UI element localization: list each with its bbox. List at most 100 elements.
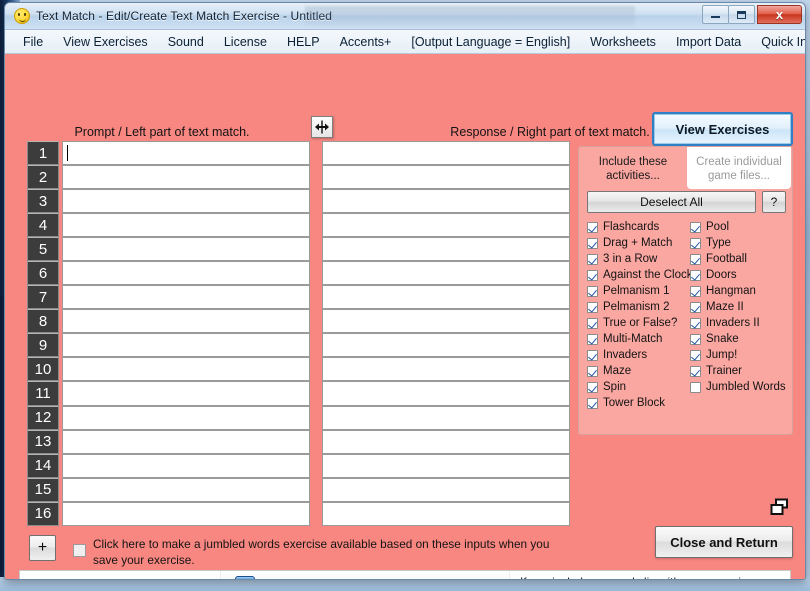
response-cell-input[interactable] <box>322 357 570 382</box>
tab-include-activities[interactable]: Include these activities... <box>581 147 685 189</box>
activity-checkbox[interactable] <box>690 365 701 377</box>
activity-left-item[interactable]: Pelmanism 2 <box>587 299 690 315</box>
activity-checkbox[interactable] <box>587 365 598 377</box>
deselect-all-button[interactable]: Deselect All <box>587 191 756 213</box>
prompt-cell-input[interactable] <box>62 429 310 454</box>
activity-left-item[interactable]: Maze <box>587 363 690 379</box>
activity-checkbox[interactable] <box>587 349 598 361</box>
response-cell-input[interactable] <box>322 261 570 286</box>
menu-item-help[interactable]: HELP <box>277 32 330 52</box>
menu-item-accents[interactable]: Accents+ <box>330 32 402 52</box>
response-cell-input[interactable] <box>322 285 570 310</box>
activity-right-item[interactable]: Jump! <box>690 347 792 363</box>
menu-item-sound[interactable]: Sound <box>158 32 214 52</box>
activity-checkbox[interactable] <box>690 333 701 345</box>
response-cell-input[interactable] <box>322 429 570 454</box>
menu-item-license[interactable]: License <box>214 32 277 52</box>
activity-checkbox[interactable] <box>690 349 701 361</box>
activity-checkbox[interactable] <box>587 221 598 233</box>
activity-checkbox[interactable] <box>587 381 598 393</box>
tab-create-individual-files[interactable]: Create individual game files... <box>687 147 791 189</box>
jumbled-words-checkbox[interactable] <box>73 544 86 557</box>
activity-checkbox[interactable] <box>690 301 701 313</box>
activity-checkbox[interactable] <box>587 253 598 265</box>
activity-checkbox[interactable] <box>587 333 598 345</box>
prompt-cell-input[interactable] <box>62 213 310 238</box>
horizontal-resize-icon[interactable] <box>311 116 333 138</box>
prompt-cell-input[interactable] <box>62 477 310 502</box>
activity-checkbox[interactable] <box>690 269 701 281</box>
activity-left-item[interactable]: Invaders <box>587 347 690 363</box>
activity-right-item[interactable]: Hangman <box>690 283 792 299</box>
prompt-cell-input[interactable] <box>62 165 310 190</box>
close-and-return-button[interactable]: Close and Return <box>655 526 793 558</box>
activity-right-item[interactable]: Snake <box>690 331 792 347</box>
menu-item-output-language[interactable]: [Output Language = English] <box>401 32 580 52</box>
activity-checkbox[interactable] <box>587 237 598 249</box>
activity-left-item[interactable]: Spin <box>587 379 690 395</box>
activity-checkbox[interactable] <box>587 301 598 313</box>
activity-right-item[interactable]: Type <box>690 235 792 251</box>
response-cell-input[interactable] <box>322 501 570 526</box>
activity-left-item[interactable]: Against the Clock <box>587 267 693 283</box>
maximize-button[interactable] <box>728 5 755 24</box>
cascade-windows-icon[interactable] <box>770 498 791 517</box>
prompt-cell-input[interactable] <box>62 261 310 286</box>
menu-item-import-data[interactable]: Import Data <box>666 32 751 52</box>
menu-item-quick-input[interactable]: Quick Input <box>751 32 805 52</box>
help-question-button[interactable]: ? <box>762 191 786 213</box>
add-row-button[interactable]: + <box>29 535 56 561</box>
activity-left-item[interactable]: Flashcards <box>587 219 690 235</box>
activity-checkbox[interactable] <box>690 381 701 393</box>
activity-checkbox[interactable] <box>587 285 598 297</box>
response-cell-input[interactable] <box>322 381 570 406</box>
activity-right-item[interactable]: Jumbled Words <box>690 379 792 395</box>
activity-right-item[interactable]: Maze II <box>690 299 792 315</box>
activity-right-item[interactable]: Invaders II <box>690 315 792 331</box>
prompt-cell-input[interactable] <box>62 357 310 382</box>
prompt-cell-input[interactable] <box>62 189 310 214</box>
activity-left-item[interactable]: Pelmanism 1 <box>587 283 690 299</box>
activity-left-item[interactable]: Drag + Match <box>587 235 690 251</box>
response-cell-input[interactable] <box>322 141 570 166</box>
activity-checkbox[interactable] <box>587 269 598 281</box>
response-cell-input[interactable] <box>322 213 570 238</box>
activity-checkbox[interactable] <box>690 221 701 233</box>
prompt-cell-input[interactable] <box>62 237 310 262</box>
prompt-cell-input[interactable] <box>62 453 310 478</box>
response-cell-input[interactable] <box>322 237 570 262</box>
activity-checkbox[interactable] <box>587 317 598 329</box>
response-cell-input[interactable] <box>322 309 570 334</box>
close-button[interactable]: x <box>757 5 802 24</box>
prompt-cell-input[interactable] <box>62 381 310 406</box>
activity-right-item[interactable]: Doors <box>690 267 792 283</box>
response-cell-input[interactable] <box>322 477 570 502</box>
activity-checkbox[interactable] <box>690 237 701 249</box>
activity-left-item[interactable]: Tower Block <box>587 395 690 411</box>
response-cell-input[interactable] <box>322 333 570 358</box>
response-cell-input[interactable] <box>322 453 570 478</box>
prompt-cell-input[interactable] <box>62 141 310 166</box>
minimize-button[interactable] <box>702 5 729 24</box>
response-cell-input[interactable] <box>322 405 570 430</box>
activity-right-item[interactable]: Football <box>690 251 792 267</box>
view-exercises-button[interactable]: View Exercises <box>652 112 793 146</box>
activity-checkbox[interactable] <box>690 317 701 329</box>
prompt-cell-input[interactable] <box>62 501 310 526</box>
prompt-cell-input[interactable] <box>62 285 310 310</box>
menu-item-worksheets[interactable]: Worksheets <box>580 32 666 52</box>
activity-right-item[interactable]: Pool <box>690 219 792 235</box>
activity-left-item[interactable]: True or False? <box>587 315 690 331</box>
prompt-cell-input[interactable] <box>62 333 310 358</box>
menu-item-file[interactable]: File <box>13 32 53 52</box>
prompt-cell-input[interactable] <box>62 405 310 430</box>
menu-item-view-exercises[interactable]: View Exercises <box>53 32 158 52</box>
activity-checkbox[interactable] <box>690 253 701 265</box>
response-cell-input[interactable] <box>322 189 570 214</box>
activity-left-item[interactable]: 3 in a Row <box>587 251 690 267</box>
seek-slider-thumb[interactable] <box>235 576 255 579</box>
activity-checkbox[interactable] <box>587 397 598 409</box>
activity-checkbox[interactable] <box>690 285 701 297</box>
activity-left-item[interactable]: Multi-Match <box>587 331 690 347</box>
response-cell-input[interactable] <box>322 165 570 190</box>
